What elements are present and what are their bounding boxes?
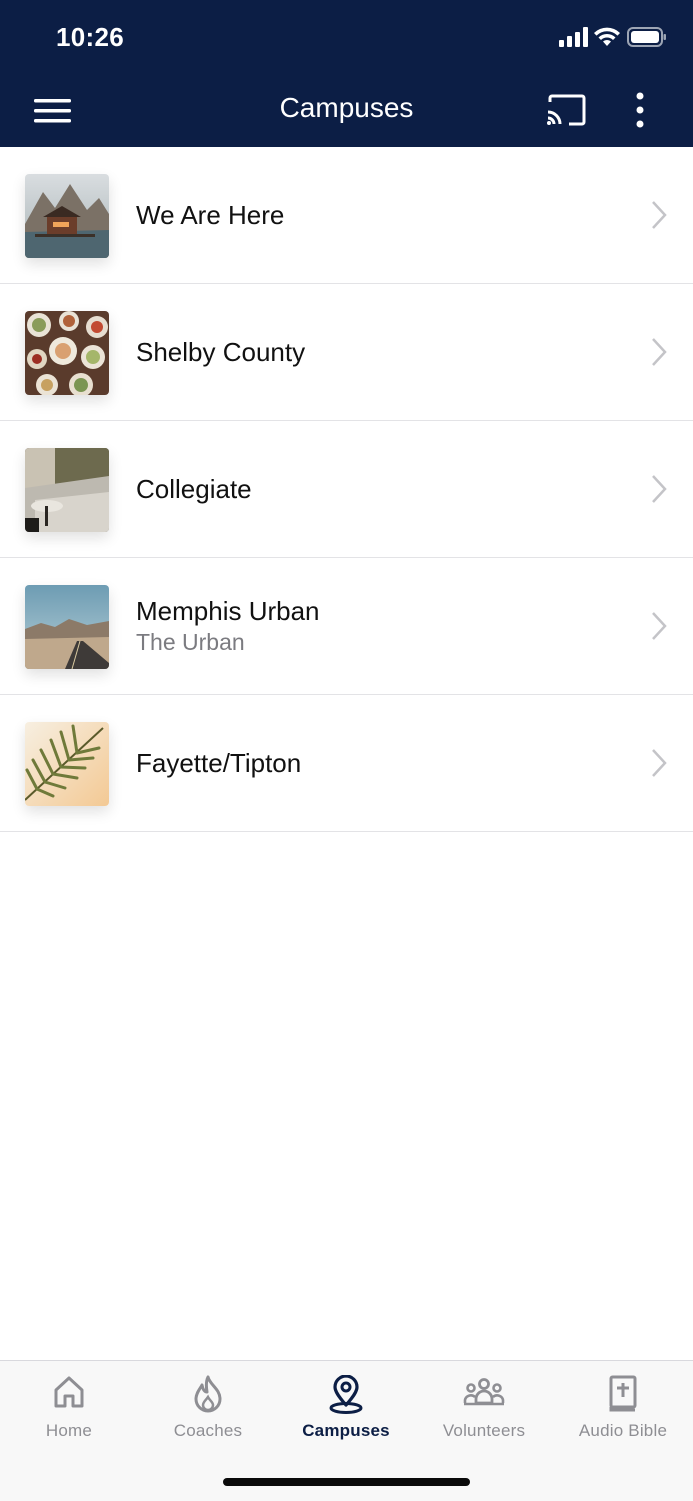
tab-label: Audio Bible [578, 1421, 668, 1440]
campus-thumbnail [25, 722, 109, 806]
campus-row[interactable]: Memphis Urban The Urban [0, 558, 693, 695]
page-title: Campuses [279, 92, 414, 123]
flame-icon [194, 1375, 222, 1413]
campus-row-text: Collegiate [136, 421, 252, 557]
campus-row[interactable]: Fayette/Tipton [0, 695, 693, 832]
tab-home[interactable]: Home [0, 1361, 138, 1451]
bible-icon [609, 1375, 637, 1412]
cast-button[interactable] [544, 92, 588, 130]
tab-label: Home [45, 1421, 93, 1440]
more-options-button[interactable] [626, 90, 654, 132]
tab-coaches[interactable]: Coaches [139, 1361, 277, 1451]
tab-label: Campuses [302, 1421, 390, 1440]
tab-label: Volunteers [442, 1421, 526, 1440]
cast-icon [547, 94, 586, 126]
location-pin-icon [329, 1375, 363, 1414]
campus-thumbnail [25, 448, 109, 532]
tab-volunteers[interactable]: Volunteers [415, 1361, 553, 1451]
chevron-right-icon [652, 749, 667, 777]
campus-title: Collegiate [136, 474, 252, 504]
campus-row[interactable]: We Are Here [0, 147, 693, 284]
campus-title: Shelby County [136, 337, 306, 367]
campus-row[interactable]: Collegiate [0, 421, 693, 558]
tab-label: Coaches [173, 1421, 243, 1440]
chevron-right-icon [652, 338, 667, 366]
campus-row-text: Memphis Urban The Urban [136, 558, 320, 694]
chevron-right-icon [652, 201, 667, 229]
chevron-right-icon [652, 612, 667, 640]
wifi-icon [594, 27, 620, 46]
campus-subtitle: The Urban [136, 629, 245, 655]
campus-row-text: Fayette/Tipton [136, 695, 301, 831]
tab-campuses[interactable]: Campuses [277, 1361, 415, 1451]
campus-thumbnail [25, 311, 109, 395]
status-time: 10:26 [56, 22, 124, 52]
home-indicator [223, 1478, 470, 1486]
campus-title: Fayette/Tipton [136, 748, 302, 778]
tab-audio-bible[interactable]: Audio Bible [554, 1361, 692, 1451]
campus-title: We Are Here [136, 200, 285, 230]
campus-list: We Are Here Shelby County Collegiate Mem… [0, 147, 693, 832]
campus-row-text: Shelby County [136, 284, 305, 420]
campus-thumbnail [25, 585, 109, 669]
campus-row-text: We Are Here [136, 147, 284, 283]
campus-title: Memphis Urban [136, 596, 320, 626]
campus-thumbnail [25, 174, 109, 258]
battery-icon [627, 27, 666, 47]
cellular-signal-icon [559, 27, 588, 47]
campus-row[interactable]: Shelby County [0, 284, 693, 421]
home-icon [54, 1376, 84, 1408]
group-icon [463, 1378, 505, 1406]
more-vertical-icon [636, 92, 644, 128]
chevron-right-icon [652, 475, 667, 503]
app-header: 10:26 Campuses [0, 0, 693, 147]
